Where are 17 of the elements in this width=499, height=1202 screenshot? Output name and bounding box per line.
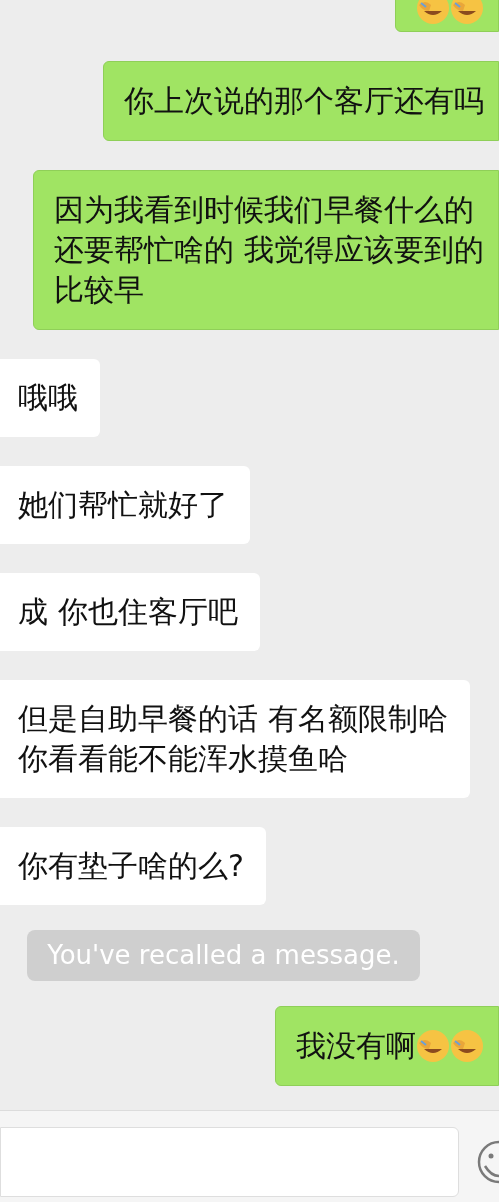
emoji-icon [416,1029,450,1063]
emoji-button-icon[interactable] [477,1139,499,1184]
message-input-field[interactable] [0,1126,459,1197]
message-text: 因为我看到时候我们早餐什么的 [54,191,476,229]
message-text: 成 你也住客厅吧 [18,593,238,631]
message-text: 但是自助早餐的话 有名额限制哈 [18,700,448,738]
emoji-icon [450,1029,484,1063]
message-text: 你上次说的那个客厅还有吗 [124,82,484,120]
message-text: 比较早 [54,271,146,309]
message-text: 你有垫子啥的么? [18,847,244,885]
emoji-icon [450,0,484,25]
message-text: 她们帮忙就好了 [18,486,228,524]
emoji-icon [416,0,450,25]
message-text: 哦哦 [18,379,78,417]
message-text: 你看看能不能浑水摸鱼哈 [18,740,349,778]
message-text: 我没有啊 [296,1027,416,1065]
message-text: 还要帮忙啥的 我觉得应该要到的 [54,231,484,269]
